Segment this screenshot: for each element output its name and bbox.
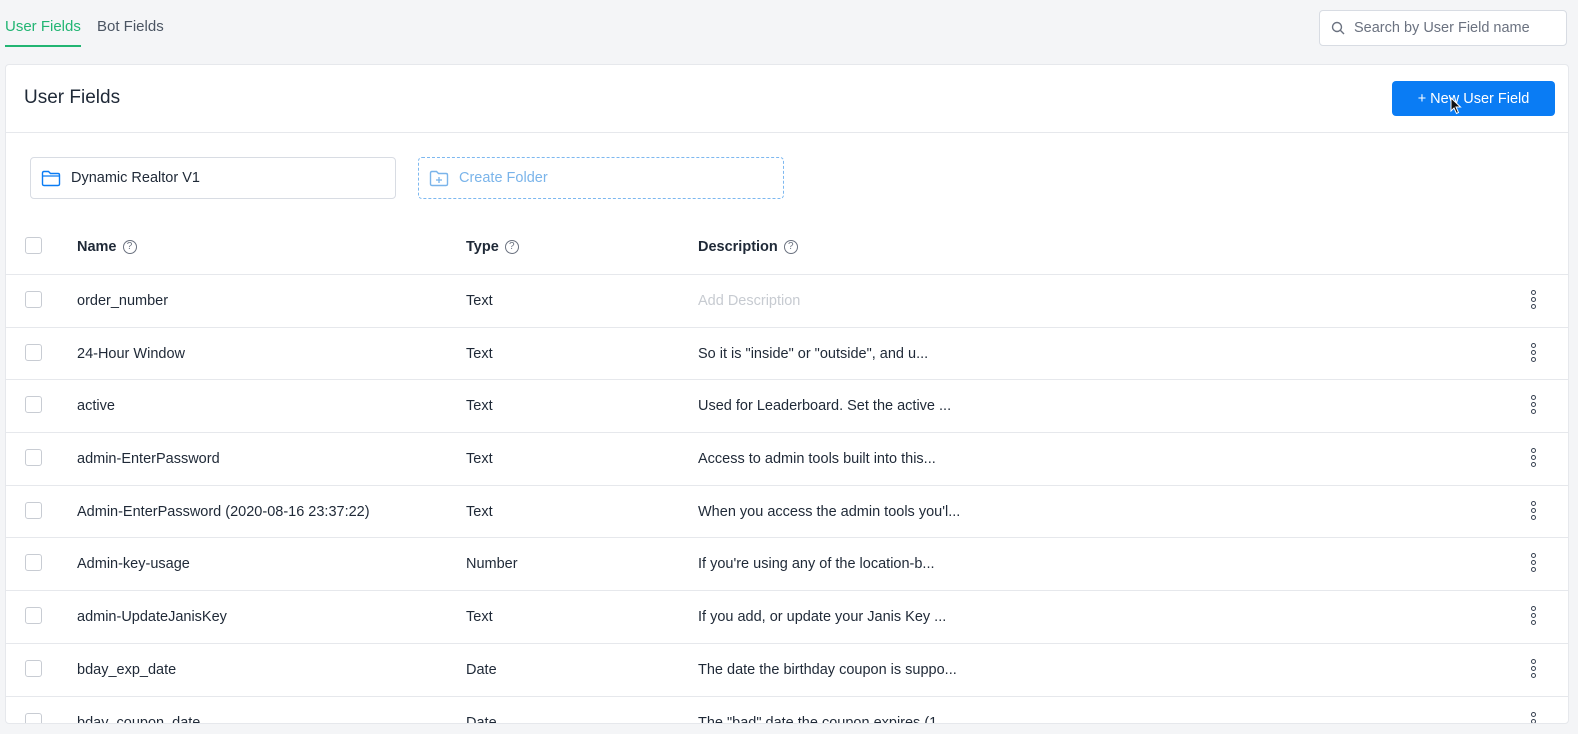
folder-icon: [41, 170, 61, 192]
row-checkbox[interactable]: [25, 659, 42, 677]
tab-user-fields[interactable]: User Fields: [5, 18, 81, 47]
row-checkbox[interactable]: [25, 291, 42, 308]
panel-header: User Fields + New User Field: [6, 65, 1568, 133]
select-all-checkbox[interactable]: [25, 237, 42, 254]
field-description[interactable]: Access to admin tools built into this...: [698, 451, 936, 467]
field-type: Text: [466, 345, 493, 362]
more-vertical-icon[interactable]: [1528, 553, 1538, 575]
table-row[interactable]: bday_exp_date Date The date the birthday c…: [6, 644, 1568, 697]
field-name[interactable]: admin-UpdateJanisKey: [77, 609, 227, 625]
field-description[interactable]: If you add, or update your Janis Key ...: [698, 609, 946, 625]
field-name[interactable]: Admin-key-usage: [77, 556, 190, 572]
row-checkbox[interactable]: [25, 712, 42, 723]
field-type: Text: [466, 609, 493, 626]
field-type: Text: [466, 503, 493, 520]
table-row[interactable]: admin-UpdateJanisKey Text If you add, or u…: [6, 591, 1568, 644]
row-checkbox[interactable]: [25, 501, 42, 519]
more-vertical-icon[interactable]: [1528, 290, 1538, 312]
user-fields-panel: User Fields + New User Field Dynamic Rea…: [5, 64, 1569, 724]
field-name[interactable]: bday_coupon_date: [77, 715, 200, 724]
search-input[interactable]: [1352, 11, 1562, 45]
field-type: Date: [466, 661, 497, 678]
help-circle-icon[interactable]: ?: [504, 240, 519, 254]
table-row[interactable]: Admin-EnterPassword (2020-08-16 23:37:22…: [6, 486, 1568, 539]
user-fields-table: Name ? Type ? Description ? order_number…: [6, 223, 1568, 724]
field-name[interactable]: Admin-EnterPassword (2020-08-16 23:37:22…: [77, 504, 370, 520]
column-header-name[interactable]: Name ?: [77, 239, 137, 255]
field-name[interactable]: admin-EnterPassword: [77, 451, 220, 467]
field-type: Text: [466, 293, 493, 309]
table-row[interactable]: active Text Used for Leaderboard. Set the …: [6, 380, 1568, 434]
column-header-description[interactable]: Description ?: [698, 239, 798, 255]
create-folder-button[interactable]: Create Folder: [418, 157, 784, 199]
row-checkbox[interactable]: [25, 554, 42, 572]
folder-plus-icon: [429, 170, 449, 192]
more-vertical-icon[interactable]: [1528, 658, 1538, 681]
field-type: Text: [466, 451, 493, 468]
top-bar: User Fields Bot Fields: [0, 0, 1578, 62]
field-name[interactable]: order_number: [77, 293, 168, 309]
table-row[interactable]: 24-Hour Window Text So it is "inside" or "…: [6, 328, 1568, 381]
search-box: [1319, 10, 1567, 46]
tab-bot-fields[interactable]: Bot Fields: [97, 18, 164, 45]
more-vertical-icon[interactable]: [1528, 711, 1538, 723]
field-description[interactable]: Used for Leaderboard. Set the active ...: [698, 398, 951, 414]
table-body: order_number Text Add Description 24-Hour W…: [6, 275, 1568, 724]
more-vertical-icon[interactable]: [1528, 606, 1538, 628]
more-vertical-icon[interactable]: [1528, 342, 1538, 365]
table-row[interactable]: order_number Text Add Description: [6, 275, 1568, 328]
help-circle-icon[interactable]: ?: [122, 240, 137, 254]
field-description[interactable]: So it is "inside" or "outside", and u...: [698, 346, 928, 362]
more-vertical-icon[interactable]: [1528, 395, 1538, 417]
column-header-type[interactable]: Type ?: [466, 239, 519, 255]
table-row[interactable]: Admin-key-usage Number If you're using any…: [6, 538, 1568, 592]
more-vertical-icon[interactable]: [1528, 500, 1538, 523]
field-type: Date: [466, 714, 497, 724]
table-row[interactable]: admin-EnterPassword Text Access to admin t…: [6, 433, 1568, 486]
field-description[interactable]: The date the birthday coupon is suppo...: [698, 662, 957, 678]
help-circle-icon[interactable]: ?: [783, 240, 798, 254]
row-checkbox[interactable]: [25, 607, 42, 625]
new-user-field-button[interactable]: + New User Field: [1392, 81, 1555, 116]
row-checkbox[interactable]: [25, 396, 42, 414]
field-description[interactable]: When you access the admin tools you'l...: [698, 504, 960, 520]
table-row[interactable]: bday_coupon_date Date The "bad" date the c…: [6, 697, 1568, 724]
row-checkbox[interactable]: [25, 449, 42, 467]
mouse-pointer-icon: [1450, 96, 1462, 120]
table-header: Name ? Type ? Description ?: [6, 223, 1568, 275]
create-folder-label: Create Folder: [459, 170, 548, 186]
folder-dynamic-realtor[interactable]: Dynamic Realtor V1: [30, 157, 396, 199]
folder-label: Dynamic Realtor V1: [71, 170, 200, 186]
field-name[interactable]: bday_exp_date: [77, 662, 176, 678]
more-vertical-icon[interactable]: [1528, 448, 1538, 470]
page-title: User Fields: [24, 87, 121, 108]
search-icon: [1331, 21, 1345, 40]
field-name[interactable]: 24-Hour Window: [77, 346, 185, 362]
field-name[interactable]: active: [77, 398, 115, 414]
field-type: Text: [466, 398, 493, 415]
row-checkbox[interactable]: [25, 343, 42, 361]
field-description[interactable]: If you're using any of the location-b...: [698, 556, 935, 572]
field-type: Number: [466, 556, 518, 573]
field-description[interactable]: The "bad" date the coupon expires (1...: [698, 715, 949, 724]
field-description[interactable]: Add Description: [698, 293, 800, 309]
